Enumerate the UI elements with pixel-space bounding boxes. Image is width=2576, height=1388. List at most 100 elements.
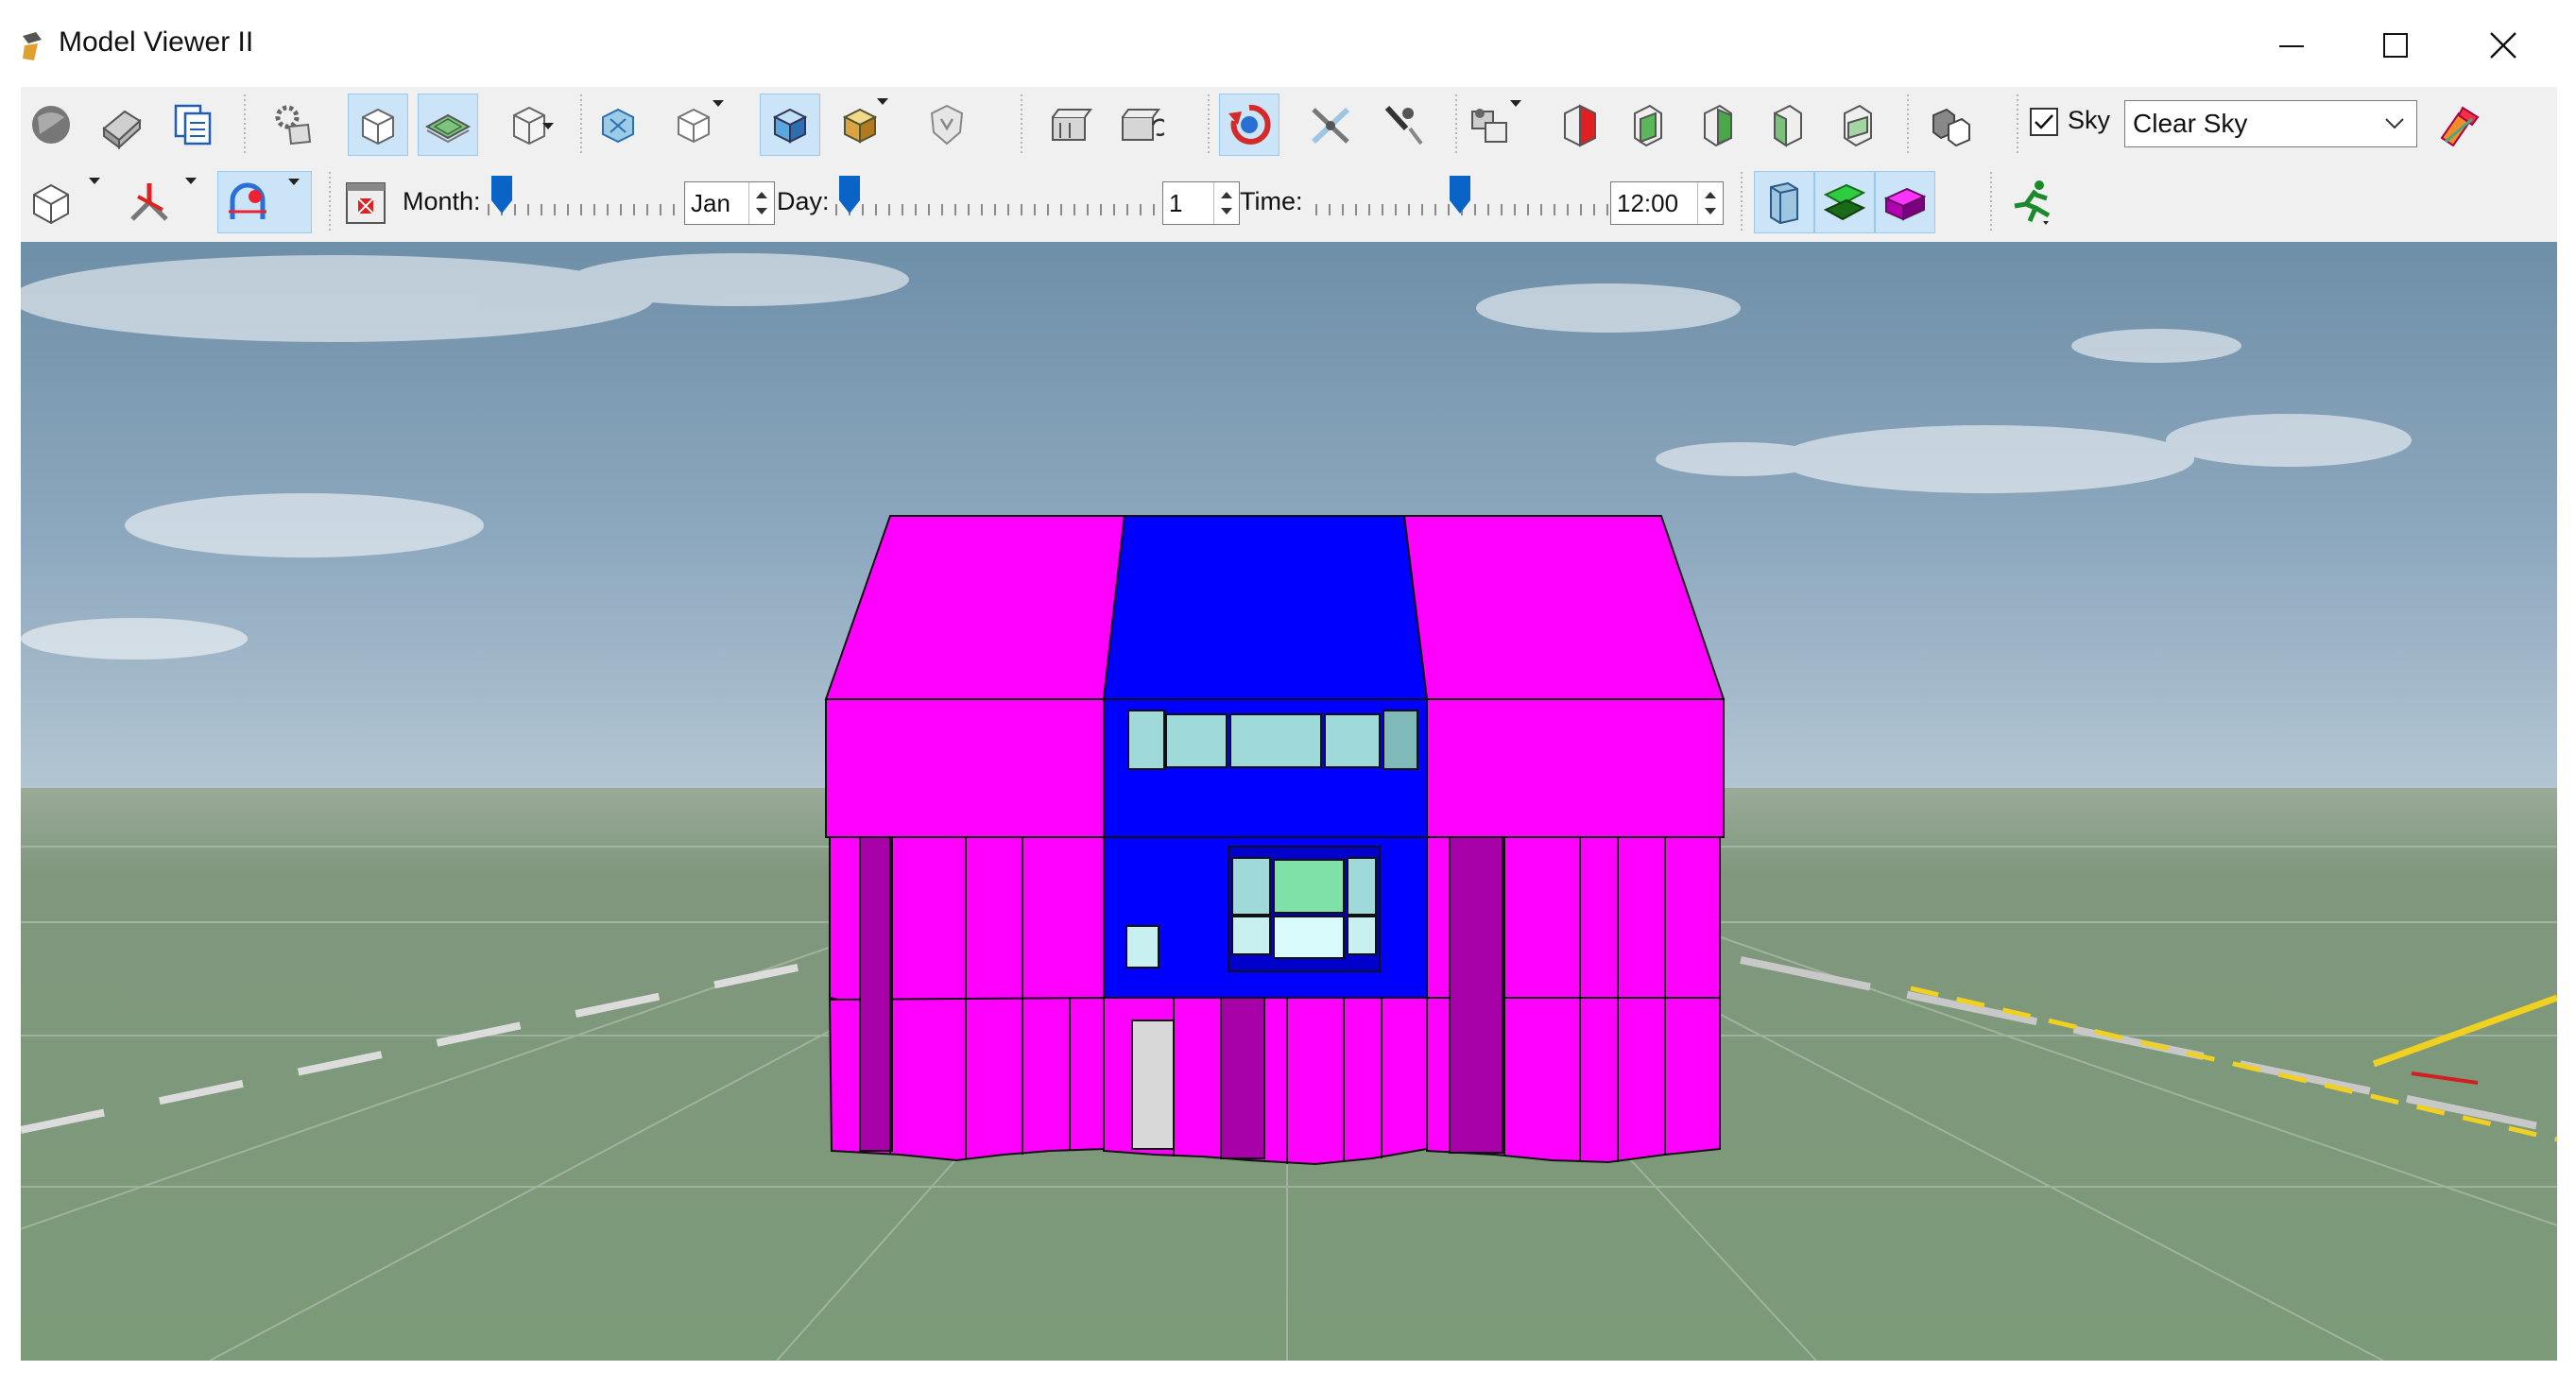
maximize-icon [2383,33,2408,58]
model-viewport[interactable] [21,242,2557,1361]
render-settings-dropdown[interactable] [1510,100,1527,133]
settings-icon [275,105,312,146]
surface-button[interactable] [1688,94,1748,156]
layers-view-button[interactable] [418,94,478,156]
box-view-button[interactable] [499,94,559,156]
globe-button[interactable] [21,94,81,156]
toolbar-separator [244,94,246,155]
walk-icon [1384,105,1423,146]
spin-arrows-icon [756,192,767,214]
time-toolbar: Month: Jan Day: 1 Time: 12:00 [21,163,2557,243]
solid-shaded-button[interactable] [760,94,820,156]
view-cube-icon [33,183,69,225]
render-settings-icon [1471,109,1507,143]
month-spinner[interactable]: Jan [684,181,775,225]
toolbar-separator [1907,94,1909,155]
open-model-button[interactable] [91,94,151,156]
app-icon [23,32,42,60]
zoom-extents-button[interactable] [588,94,648,156]
wireframe-view-button[interactable] [348,94,408,156]
view-cube-dropdown[interactable] [89,178,106,211]
month-slider[interactable] [488,176,692,223]
globe-icon [32,106,70,144]
surface-2-button[interactable] [1758,94,1818,156]
settings-button[interactable] [263,94,323,156]
pan-button[interactable] [1300,94,1361,156]
toolbar-separator [1208,94,1210,155]
green-plane-button[interactable] [1814,171,1875,233]
surface-3-button[interactable] [1828,94,1888,156]
spin-arrows-icon [1705,192,1716,214]
chevron-down-icon [877,98,888,105]
orbit-button[interactable] [1219,94,1279,156]
paint-icon [2440,106,2480,147]
camera-button[interactable] [1039,94,1100,156]
slider-ticks [835,204,1177,215]
scene-canvas [21,242,2557,1361]
sky-label: Sky [2068,106,2111,134]
surface-2-icon [1774,104,1802,147]
chevron-down-icon [2385,118,2404,129]
zoom-extents-icon [602,108,634,144]
month-label: Month: [403,187,481,215]
properties-icon [1932,108,1970,147]
sun-path-button[interactable] [217,171,312,233]
building-blue-button[interactable] [1754,171,1814,233]
slider-thumb-icon [491,176,512,214]
runner-icon [2014,180,2051,225]
camera-rotate-icon [1122,109,1164,141]
toolbar-separator [1741,172,1743,232]
camera-rotate-button[interactable] [1109,94,1170,156]
building-model [824,515,1726,1166]
toolbar-separator [1990,172,1992,232]
render-settings-button[interactable] [1461,94,1521,156]
walk-button[interactable] [1372,94,1433,156]
maximize-button[interactable] [2362,19,2429,72]
magenta-box-button[interactable] [1875,171,1935,233]
cube-select-icon [678,108,710,144]
green-plane-icon [1823,183,1866,221]
green-surface-button[interactable] [1618,94,1678,156]
box-view-dropdown[interactable] [542,123,559,156]
title-bar: Model Viewer II [0,0,2576,87]
building-blue-icon [1770,181,1798,225]
close-button[interactable] [2470,19,2536,72]
toolbar-separator [2017,94,2018,155]
time-spinner-buttons[interactable] [1697,182,1723,224]
month-value: Jan [691,189,730,217]
sky-checkbox[interactable] [2030,108,2058,136]
toolbar-separator [580,94,582,155]
textured-box-button[interactable] [830,94,890,156]
time-spinner[interactable]: 12:00 [1610,181,1724,225]
textured-box-dropdown[interactable] [877,98,894,131]
axis-button[interactable] [119,171,197,233]
sun-path-dropdown[interactable] [288,179,305,212]
red-surface-button[interactable] [1550,94,1610,156]
properties-button[interactable] [1920,94,1981,156]
runner-button[interactable] [2001,171,2062,233]
time-slider[interactable] [1315,176,1622,223]
day-spinner[interactable]: 1 [1162,181,1240,225]
day-label: Day: [777,187,830,215]
slider-ticks [488,204,692,215]
green-surface-icon [1634,104,1662,147]
copy-icon [174,104,212,146]
day-slider[interactable] [835,176,1177,223]
paint-button[interactable] [2429,94,2489,156]
time-label: Time: [1240,187,1303,215]
month-spinner-buttons[interactable] [748,182,774,224]
day-value: 1 [1169,189,1183,217]
view-cube-button[interactable] [21,171,100,233]
toolbar-separator [1021,94,1022,155]
copy-button[interactable] [163,94,223,156]
axis-dropdown[interactable] [185,178,202,211]
day-spinner-buttons[interactable] [1213,182,1239,224]
sky-select[interactable]: Clear Sky [2124,100,2417,147]
calendar-button[interactable] [340,171,391,233]
cube-select-dropdown[interactable] [713,100,730,133]
minimize-button[interactable] [2258,19,2325,72]
cube-select-button[interactable] [663,94,724,156]
shield-button[interactable] [917,94,977,156]
sun-path-icon [229,182,266,219]
layers-view-icon [424,113,472,144]
